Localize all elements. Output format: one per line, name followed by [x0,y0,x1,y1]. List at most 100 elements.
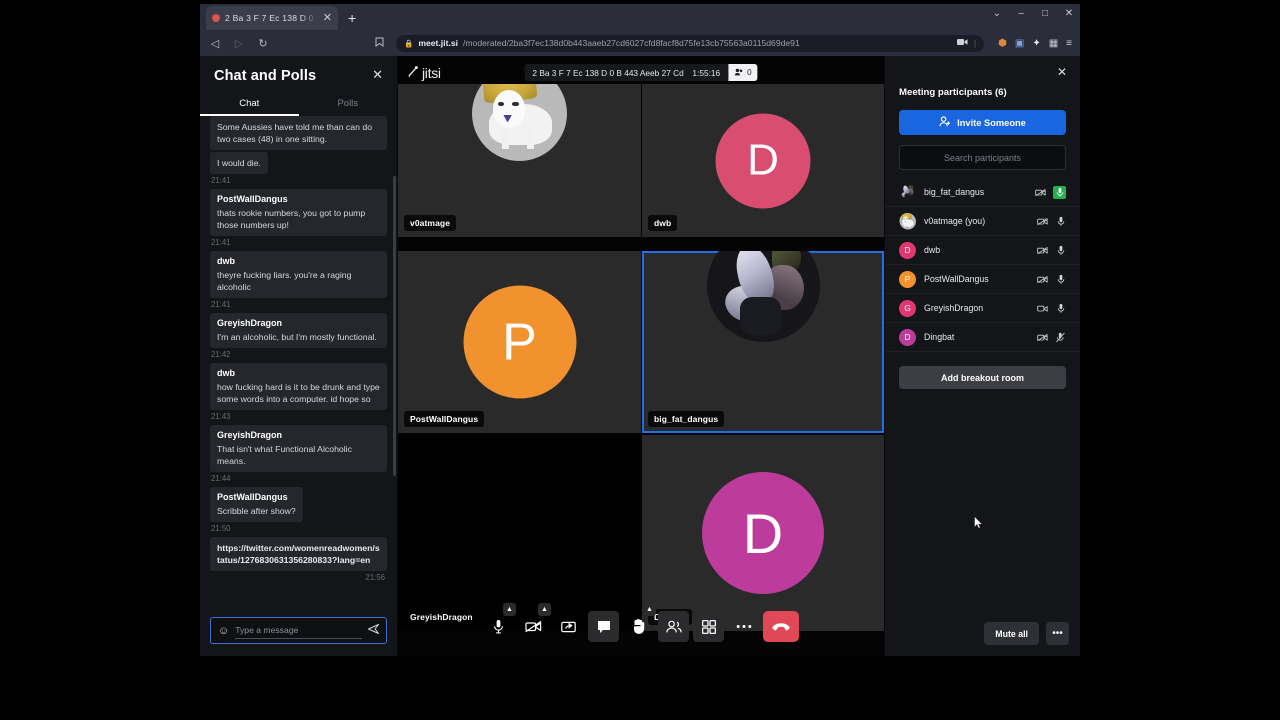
video-tile[interactable]: DDingbat [642,435,884,631]
participant-row[interactable]: P PostWallDangus [885,265,1080,294]
camera-button[interactable]: ▲ [518,603,551,642]
more-options-button[interactable] [728,611,759,642]
search-participants-box[interactable] [899,145,1066,170]
extension-icon[interactable]: ▣ [1015,38,1024,49]
microphone-button[interactable]: ▲ [483,603,516,642]
chat-message: Some Aussies have told me than can do tw… [210,116,387,150]
close-participants-icon[interactable]: ✕ [1057,65,1067,79]
participant-status-icons [1037,274,1066,285]
video-tile[interactable]: v0atmage [398,84,641,237]
participants-more-button[interactable]: ••• [1046,622,1069,645]
chat-author: PostWallDangus [217,194,288,204]
participant-row[interactable]: Ddwb [885,236,1080,265]
participant-status-icons [1037,303,1066,314]
maximize-icon[interactable]: □ [1038,8,1052,19]
participants-button[interactable] [658,611,689,642]
participant-count-badge[interactable]: 0 [728,64,758,81]
tile-view-button[interactable] [693,611,724,642]
chat-timestamp: 21:41 [211,300,231,309]
people-icon [665,620,682,633]
tab-polls[interactable]: Polls [299,92,398,116]
avatar: D [715,113,811,208]
avatar [899,183,916,201]
minimize-icon[interactable]: – [1014,8,1028,19]
video-tile[interactable]: Ddwb [642,84,884,237]
chat-text: I'm an alcoholic, but I'm mostly functio… [217,332,377,342]
meeting-toolbar: ▲ ▲ ▲ [483,603,799,642]
meeting-stage: jitsi 2 Ba 3 F 7 Ec 138 D 0 B 443 Aeeb 2… [398,56,884,656]
participants-list: big_fat_dangus v0atmage (you) Ddwb P PostWal… [885,178,1080,352]
share-screen-button[interactable] [553,611,584,642]
avatar: G [899,299,916,317]
bookmark-icon[interactable] [372,37,386,50]
hangup-button[interactable] [763,611,799,642]
address-bar[interactable]: 🔒 meet.jit.si /moderated/2ba3f7ec138d0b4… [396,34,985,52]
chevron-up-icon[interactable]: ▲ [503,603,516,616]
window-close-icon[interactable]: ✕ [1062,8,1076,19]
video-tile[interactable]: P PostWallDangus [398,251,641,433]
address-bar-actions: | [956,38,977,48]
mic-icon[interactable] [1055,216,1066,227]
chevron-up-icon[interactable]: ▲ [643,603,656,616]
mic-icon[interactable] [1055,274,1066,285]
participant-row[interactable]: G GreyishDragon [885,294,1080,323]
chat-button[interactable] [588,611,619,642]
chat-composer: ☺ [200,611,397,656]
mute-all-button[interactable]: Mute all [984,622,1039,645]
forward-icon[interactable]: ▷ [232,37,246,50]
mic-muted-icon[interactable] [1055,332,1066,343]
close-icon[interactable]: ✕ [323,12,332,24]
puzzle-icon[interactable]: ⬢ [998,38,1007,49]
video-tile[interactable]: big_fat_dangus [642,251,884,433]
chat-text: Some Aussies have told me than can do tw… [217,122,373,144]
chat-author: dwb [217,256,235,266]
chat-text: theyre fucking liars. you're a raging al… [217,270,352,292]
close-chat-icon[interactable]: ✕ [372,68,383,81]
send-icon[interactable] [368,624,379,637]
participant-row[interactable]: big_fat_dangus [885,178,1080,207]
tab-chat[interactable]: Chat [200,92,299,116]
chat-message-list[interactable]: Some Aussies have told me than can do tw… [200,116,397,611]
mic-icon[interactable] [1055,245,1066,256]
wallet-icon[interactable]: ▦ [1049,38,1058,49]
raise-hand-button[interactable]: ▲ [623,603,656,642]
meeting-timer: 1:55:16 [692,67,721,78]
chat-author: GreyishDragon [217,430,283,440]
mic-icon [492,619,505,634]
participant-status-icons [1035,185,1066,199]
video-tile[interactable]: GreyishDragon [398,435,641,631]
camera-permission-icon[interactable] [956,38,968,48]
smiley-icon[interactable]: ☺ [218,625,229,637]
participant-status-icons [1037,216,1066,227]
mic-icon[interactable] [1053,185,1066,199]
url-path: /moderated/2ba3f7ec138d0b443aaeb27cd6027… [463,38,800,48]
chat-scrollbar[interactable] [393,176,396,476]
chevron-up-icon[interactable]: ▲ [538,603,551,616]
browser-toolbar: ◁ ▷ ↻ 🔒 meet.jit.si /moderated/2ba3f7ec1… [200,30,1080,56]
chevron-down-icon[interactable]: ⌄ [990,8,1004,19]
reload-icon[interactable]: ↻ [256,37,270,50]
divider: | [973,38,977,48]
participant-row[interactable]: v0atmage (you) [885,207,1080,236]
video-tile-grid: v0atmage Ddwb P PostWallDangus big_fat_dangu… [398,84,884,656]
meeting-subject-pill[interactable]: 2 Ba 3 F 7 Ec 138 D 0 B 443 Aeeb 27 Cd 6… [524,64,758,81]
add-breakout-room-button[interactable]: Add breakout room [899,366,1066,389]
browser-tab[interactable]: 2 Ba 3 F 7 Ec 138 D 0 B 443 A ✕ [206,6,338,30]
chat-message-input[interactable] [235,622,362,639]
star-icon[interactable]: ✦ [1032,38,1040,49]
back-icon[interactable]: ◁ [208,37,222,50]
chat-bubble: dwb theyre fucking liars. you're a raging… [210,251,387,298]
search-participants-input[interactable] [900,146,1065,169]
chat-bubble: I would die. [210,152,268,174]
participant-name: GreyishDragon [924,303,984,313]
chat-message: GreyishDragon I'm an alcoholic, but I'm m… [210,313,387,359]
participant-row[interactable]: D Dingbat [885,323,1080,352]
new-tab-button[interactable]: + [348,11,356,25]
chat-link[interactable]: https://twitter.com/womenreadwomen/statu… [217,542,380,566]
invite-someone-button[interactable]: Invite Someone [899,110,1066,135]
mic-icon[interactable] [1055,303,1066,314]
composer-box[interactable]: ☺ [210,617,387,644]
chat-message: I would die. 21:41 [210,152,387,185]
menu-icon[interactable]: ≡ [1066,38,1072,49]
tile-display-name: PostWallDangus [404,411,485,427]
